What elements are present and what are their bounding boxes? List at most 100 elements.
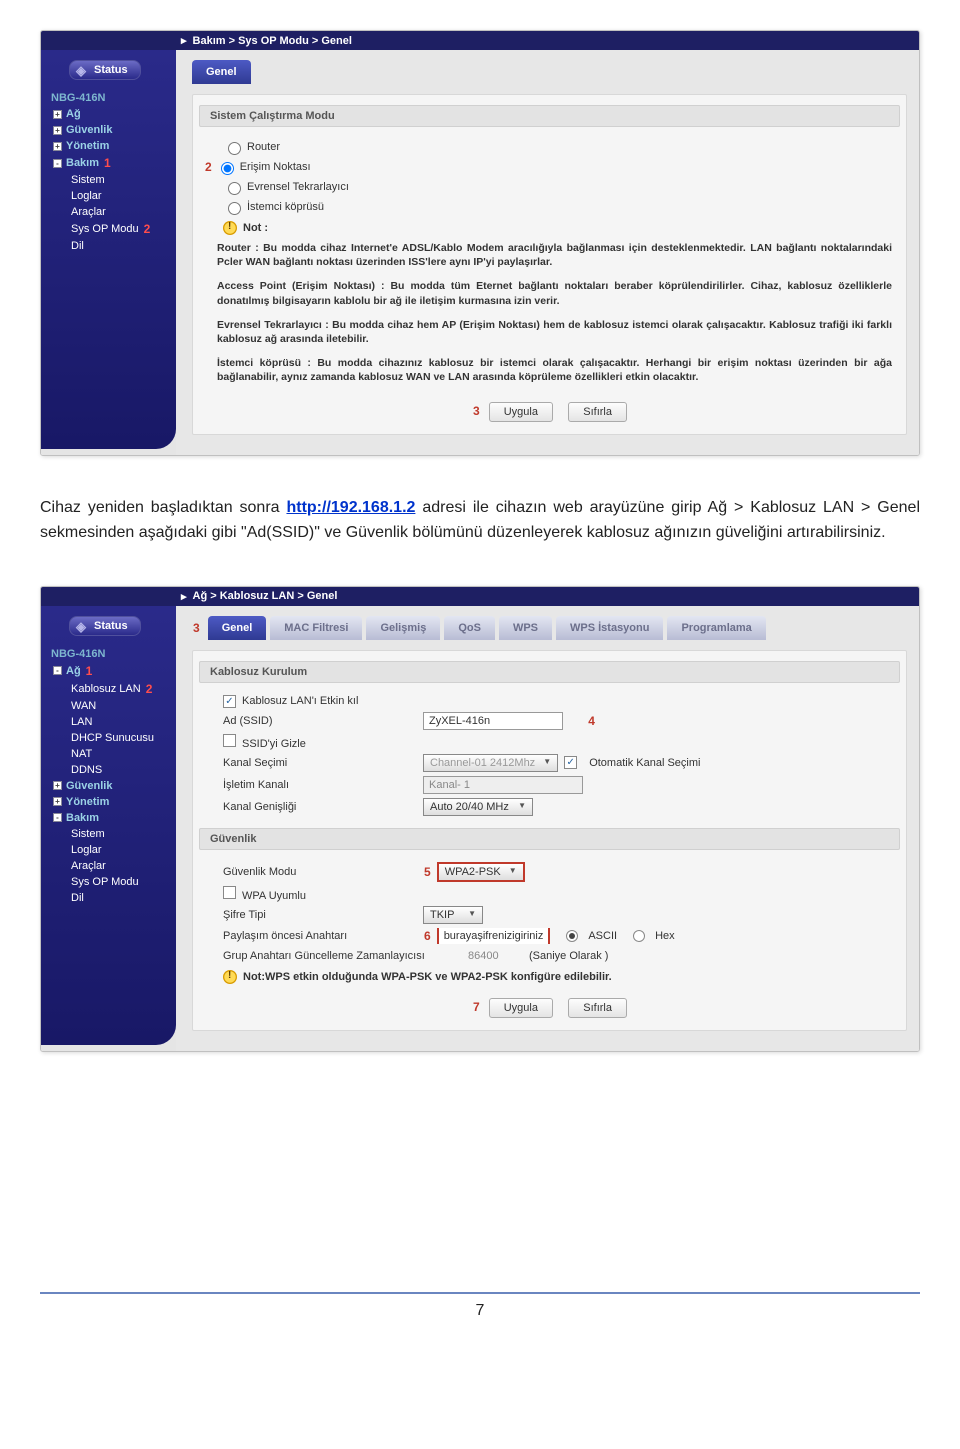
sidebar-item-sistem[interactable]: Sistem — [41, 172, 176, 188]
apply-button[interactable]: Uygula — [489, 402, 553, 422]
sidebar-item-sysop[interactable]: Sys OP Modu 2 — [41, 220, 176, 238]
checkbox-wpa-compat[interactable] — [223, 886, 236, 899]
tab-programlama[interactable]: Programlama — [667, 616, 765, 640]
button-row: 7 Uygula Sıfırla — [193, 986, 906, 1018]
panel-sysop: Sistem Çalıştırma Modu Router 2 Erişim N… — [192, 94, 907, 435]
sidebar-item-loglar[interactable]: Loglar — [41, 188, 176, 204]
marker-3: 3 — [193, 621, 200, 635]
channel-width-select[interactable]: Auto 20/40 MHz — [423, 798, 533, 816]
channel-select[interactable]: Channel-01 2412Mhz — [423, 754, 558, 772]
preshared-key-label: Paylaşım öncesi Anahtarı — [223, 930, 423, 942]
sidebar-item-nat[interactable]: NAT — [41, 746, 176, 762]
preshared-key-input[interactable]: burayaşifrenizigiriniz — [439, 928, 549, 944]
collapse-icon: - — [53, 813, 62, 822]
sidebar-item-araclar[interactable]: Araçlar — [41, 204, 176, 220]
section-wireless-setup: Kablosuz Kurulum — [199, 661, 900, 683]
tab-gelismis[interactable]: Gelişmiş — [366, 616, 440, 640]
operating-channel-label: İşletim Kanalı — [223, 779, 423, 791]
radio-router[interactable] — [228, 142, 241, 155]
sidebar-item-sysop[interactable]: Sys OP Modu — [41, 874, 176, 890]
breadcrumb-text: Ağ > Kablosuz LAN > Genel — [193, 590, 338, 602]
sidebar-item-guvenlik[interactable]: +Güvenlik — [41, 778, 176, 794]
login-url-link[interactable]: http://192.168.1.2 — [286, 499, 415, 516]
sidebar-item-ag[interactable]: +Ağ — [41, 106, 176, 122]
cipher-type-select[interactable]: TKIP — [423, 906, 483, 924]
content-area: Genel Sistem Çalıştırma Modu Router 2 Er… — [176, 50, 919, 455]
radio-evrensel[interactable] — [228, 182, 241, 195]
marker-2b: 2 — [144, 222, 151, 236]
row-ssid: Ad (SSID) ZyXEL-416n 4 — [193, 710, 906, 732]
sidebar-item-wan[interactable]: WAN — [41, 698, 176, 714]
sidebar-item-kablosuzlan[interactable]: Kablosuz LAN 2 — [41, 680, 176, 698]
group-key-timer-value: 86400 — [463, 948, 523, 964]
radio-row-erisim[interactable]: 2 Erişim Noktası — [193, 157, 906, 177]
note-access-text: Access Point (Erişim Noktası) : Bu modda… — [217, 280, 892, 306]
sidebar-item-guvenlik[interactable]: +Güvenlik — [41, 122, 176, 138]
page-number: 7 — [476, 1302, 485, 1319]
radio-ascii[interactable] — [566, 930, 578, 942]
sidebar-item-loglar[interactable]: Loglar — [41, 842, 176, 858]
note-evrensel-text: Evrensel Tekrarlayıcı : Bu modda cihaz h… — [217, 319, 892, 345]
radio-row-evrensel[interactable]: Evrensel Tekrarlayıcı — [193, 177, 906, 197]
sidebar-item-ddns[interactable]: DDNS — [41, 762, 176, 778]
row-wpa-compat: WPA Uyumlu — [193, 884, 906, 904]
sidebar-item-dil[interactable]: Dil — [41, 238, 176, 254]
group-key-timer-unit: (Saniye Olarak ) — [529, 950, 608, 962]
breadcrumb-tri-icon: ▸ — [181, 34, 187, 47]
sidebar-label-bakim: Bakım — [66, 157, 99, 169]
content-area: 3 Genel MAC Filtresi Gelişmiş QoS WPS WP… — [176, 606, 919, 1051]
row-group-key-timer: Grup Anahtarı Güncelleme Zamanlayıcısı 8… — [193, 946, 906, 966]
marker-2: 2 — [146, 682, 153, 696]
reset-button[interactable]: Sıfırla — [568, 998, 627, 1018]
status-button[interactable]: Status — [69, 616, 141, 636]
expand-icon: + — [53, 126, 62, 135]
sidebar-item-sistem[interactable]: Sistem — [41, 826, 176, 842]
sidebar-item-dhcp[interactable]: DHCP Sunucusu — [41, 730, 176, 746]
ssid-input[interactable]: ZyXEL-416n — [423, 712, 563, 730]
note-access: Access Point (Erişim Noktası) : Bu modda… — [193, 275, 906, 313]
status-button[interactable]: Status — [69, 60, 141, 80]
section-security: Güvenlik — [199, 828, 900, 850]
sidebar-item-dil[interactable]: Dil — [41, 890, 176, 906]
sidebar-item-bakim[interactable]: -Bakım — [41, 810, 176, 826]
radio-hex[interactable] — [633, 930, 645, 942]
security-mode-select[interactable]: WPA2-PSK — [439, 864, 523, 880]
tab-qos[interactable]: QoS — [444, 616, 495, 640]
sidebar: Status NBG-416N +Ağ +Güvenlik +Yönetim -… — [41, 50, 176, 449]
sidebar-item-lan[interactable]: LAN — [41, 714, 176, 730]
radio-istemci[interactable] — [228, 202, 241, 215]
sidebar-item-bakim[interactable]: -Bakım 1 — [41, 154, 176, 172]
tab-wps-istasyonu[interactable]: WPS İstasyonu — [556, 616, 663, 640]
note-label: Not : — [243, 222, 268, 234]
sidebar-label-ag: Ağ — [66, 665, 81, 677]
collapse-icon: - — [53, 159, 62, 168]
sidebar-item-yonetim[interactable]: +Yönetim — [41, 794, 176, 810]
marker-4: 4 — [588, 714, 595, 728]
model-label: NBG-416N — [41, 86, 176, 106]
radio-row-istemci[interactable]: İstemci köprüsü — [193, 197, 906, 217]
radio-row-router[interactable]: Router — [193, 137, 906, 157]
tab-wps[interactable]: WPS — [499, 616, 552, 640]
apply-button[interactable]: Uygula — [489, 998, 553, 1018]
marker-5: 5 — [424, 865, 431, 879]
sidebar-label-sysop: Sys OP Modu — [71, 223, 139, 235]
tab-genel[interactable]: Genel — [208, 616, 267, 640]
checkbox-auto-channel[interactable]: ✓ — [564, 756, 577, 769]
group-key-timer-label: Grup Anahtarı Güncelleme Zamanlayıcısı — [223, 950, 463, 962]
row-operating-channel: İşletim Kanalı Kanal- 1 — [193, 774, 906, 796]
checkbox-hide-ssid[interactable] — [223, 734, 236, 747]
reset-button[interactable]: Sıfırla — [568, 402, 627, 422]
marker-7: 7 — [473, 1000, 480, 1014]
tab-mac-filtresi[interactable]: MAC Filtresi — [270, 616, 362, 640]
sidebar-item-yonetim[interactable]: +Yönetim — [41, 138, 176, 154]
sidebar-item-araclar[interactable]: Araçlar — [41, 858, 176, 874]
tab-genel[interactable]: Genel — [192, 60, 251, 84]
expand-icon: + — [53, 110, 62, 119]
marker-1: 1 — [104, 156, 111, 170]
wps-note-row: Not:WPS etkin olduğunda WPA-PSK ve WPA2-… — [193, 966, 906, 986]
sidebar-label-kablosuzlan: Kablosuz LAN — [71, 683, 141, 695]
sidebar-item-ag[interactable]: -Ağ 1 — [41, 662, 176, 680]
checkbox-enable-wireless[interactable]: ✓ — [223, 695, 236, 708]
radio-erisim[interactable] — [221, 162, 234, 175]
row-security-mode: Güvenlik Modu 5 WPA2-PSK — [193, 860, 906, 884]
